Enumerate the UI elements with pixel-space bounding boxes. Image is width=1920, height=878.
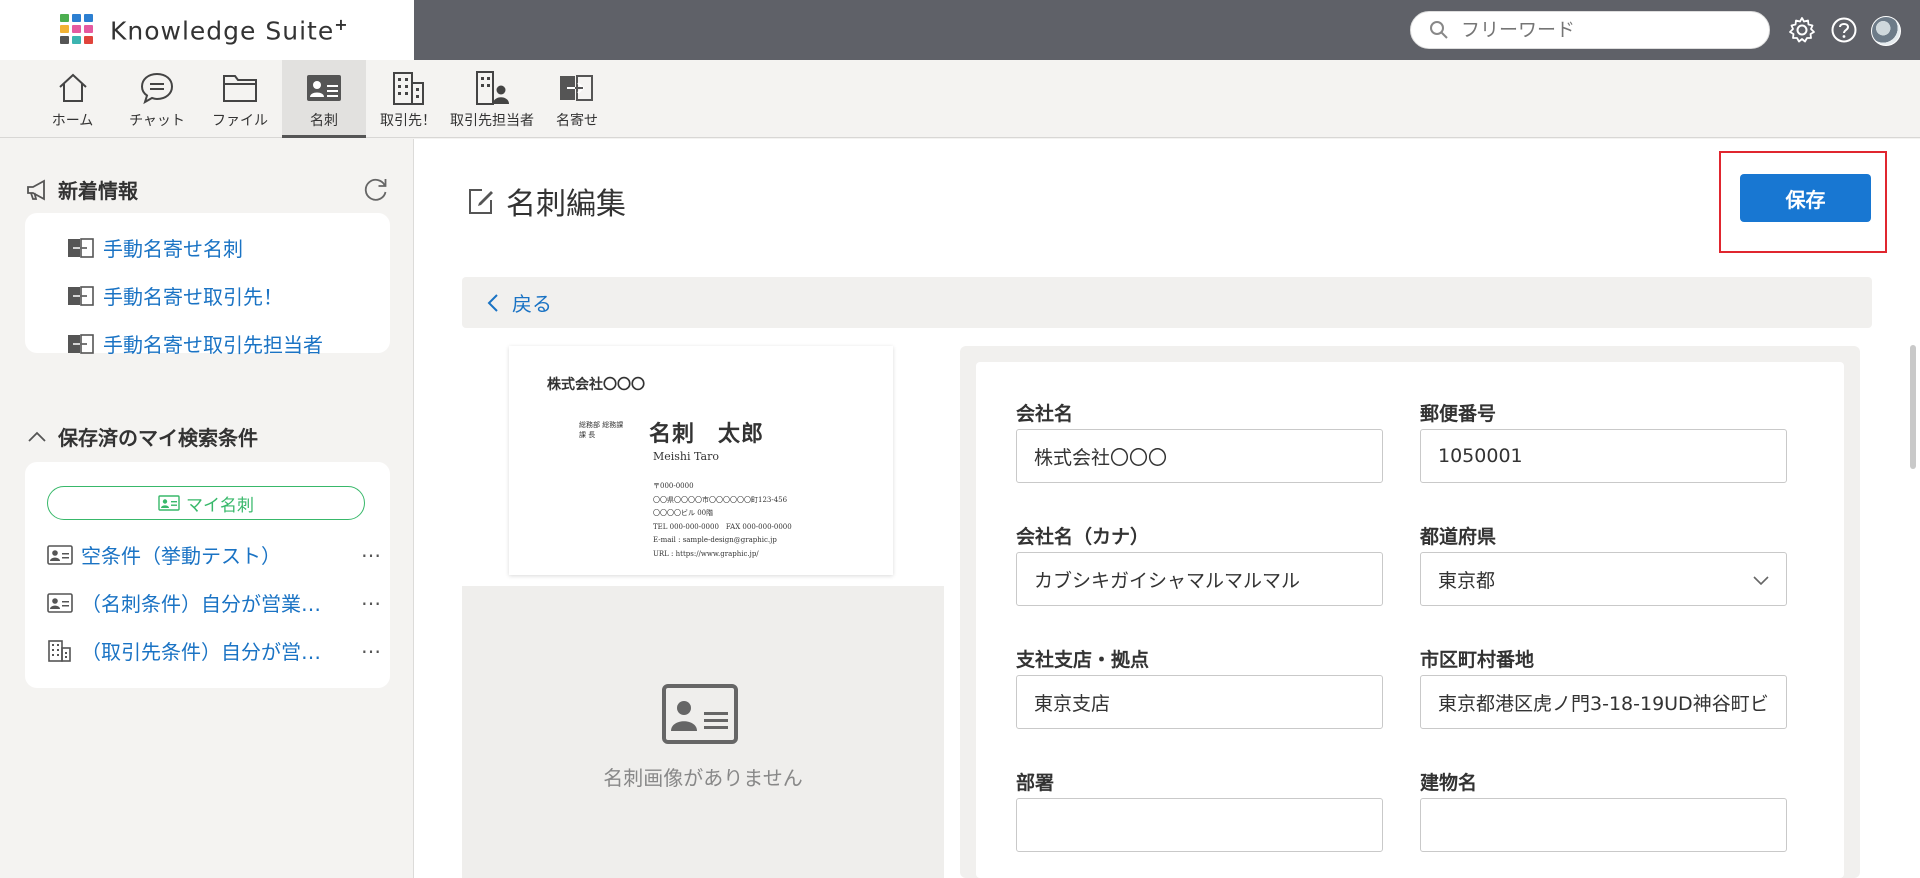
megaphone-icon [27,178,45,201]
saved-condition-item[interactable]: （名刺条件）自分が営業担当 … [47,586,381,617]
search-icon [1430,21,1448,39]
module-nav: ホーム チャット ファイル 名刺 取引先！ 取引先担当者 名寄せ [0,60,1920,138]
user-avatar[interactable] [1871,16,1901,46]
more-options-icon[interactable]: … [361,538,382,562]
merge-icon [68,333,94,354]
business-card-icon [47,592,73,613]
chevron-left-icon [487,293,498,312]
prefecture-label: 都道府県 [1420,526,1497,548]
nav-chat-label: チャット [129,113,185,129]
department-label: 部署 [1016,772,1055,794]
more-options-icon[interactable]: … [361,634,382,658]
saved-condition-item[interactable]: （取引先条件）自分が営業担当 … [47,634,381,665]
card-person-name: 名刺 太郎 [649,421,765,447]
card-department: 総務部 総務課 課 長 [579,421,624,439]
settings-gear-icon[interactable] [1786,14,1818,46]
building-field[interactable] [1420,798,1787,852]
top-bar: Knowledge Suite+ [0,0,1920,60]
edit-icon [469,189,493,214]
company-kana-field[interactable] [1016,552,1383,606]
company-name-field[interactable] [1016,429,1383,483]
postal-code-field[interactable] [1420,429,1787,483]
saved-search-card: マイ名刺 空条件（挙動テスト） … （名刺条件）自分が営業担当 … （取引先条件… [25,462,390,688]
nav-contact[interactable]: 取引先担当者 [448,60,536,138]
card-roman-name: Meishi Taro [653,450,719,463]
brand-logo-icon [60,14,94,46]
branch-field[interactable] [1016,675,1383,729]
nav-home-label: ホーム [51,113,94,129]
prefecture-value: 東京都 [1438,569,1496,592]
chevron-down-icon [1753,576,1769,586]
building-icon [389,70,427,106]
brand-name: Knowledge Suite+ [110,14,349,46]
merge-icon [558,70,596,106]
edit-form: 会社名 郵便番号 会社名（カナ） 都道府県 東京都 支社支店・拠点 市区町村番地… [976,362,1844,878]
nav-business-card-label: 名刺 [310,113,338,129]
company-name-label: 会社名 [1016,403,1074,425]
saved-condition-label: （取引先条件）自分が営業担当 [81,640,327,664]
home-icon [54,70,92,106]
back-label: 戻る [512,292,552,316]
nav-file[interactable]: ファイル [208,60,272,138]
saved-condition-label: （名刺条件）自分が営業担当 [81,592,327,616]
page-scrollbar[interactable] [1910,345,1916,469]
business-card-icon [158,495,180,511]
merge-icon [68,237,94,258]
saved-search-section-title[interactable]: 保存済のマイ検索条件 [25,422,258,451]
chat-icon [138,70,176,106]
nav-merge[interactable]: 名寄せ [552,60,602,138]
news-item-manual-merge-contact[interactable]: 手動名寄せ取引先担当者 [67,329,323,358]
news-item-manual-merge-account[interactable]: 手動名寄せ取引先！ [67,281,283,310]
business-card-icon [662,684,738,744]
city-address-field[interactable] [1420,675,1787,729]
news-item-manual-merge-card[interactable]: 手動名寄せ名刺 [67,233,243,262]
business-card-icon [305,70,343,106]
nav-account[interactable]: 取引先！ [378,60,438,138]
nav-contact-label: 取引先担当者 [450,113,534,129]
city-address-label: 市区町村番地 [1420,649,1535,671]
postal-code-label: 郵便番号 [1420,403,1497,425]
building-person-icon [473,70,511,106]
my-cards-button[interactable]: マイ名刺 [47,486,365,520]
nav-home[interactable]: ホーム [45,60,100,138]
search-box[interactable] [1410,11,1770,49]
chevron-up-icon [28,431,46,442]
back-link[interactable]: 戻る [462,277,1872,328]
nav-file-label: ファイル [212,113,268,129]
help-icon[interactable] [1828,14,1860,46]
prefecture-select[interactable]: 東京都 [1420,552,1787,606]
saved-condition-label: 空条件（挙動テスト） [81,544,281,568]
business-card-image[interactable]: 株式会社〇〇〇 総務部 総務課 課 長 名刺 太郎 Meishi Taro 〒0… [509,346,893,575]
nav-business-card[interactable]: 名刺 [282,60,366,138]
no-image-text: 名刺画像がありません [603,766,803,790]
more-options-icon[interactable]: … [361,586,382,610]
nav-account-label: 取引先！ [380,113,436,129]
save-button[interactable]: 保存 [1740,174,1871,222]
news-card: 手動名寄せ名刺 手動名寄せ取引先！ 手動名寄せ取引先担当者 [25,213,390,357]
building-label: 建物名 [1420,772,1478,794]
folder-icon [221,70,259,106]
card-company: 株式会社〇〇〇 [547,377,645,393]
page-title: 名刺編集 [466,179,626,223]
refresh-icon[interactable] [362,175,390,203]
merge-icon [68,285,94,306]
nav-chat[interactable]: チャット [126,60,188,138]
business-card-icon [47,544,73,565]
nav-merge-label: 名寄せ [556,113,598,129]
card-address-block: 〒000-0000 〇〇県〇〇〇〇市〇〇〇〇〇〇町123-456 〇〇〇〇ビル … [653,482,792,558]
saved-condition-item[interactable]: 空条件（挙動テスト） … [47,538,381,569]
company-kana-label: 会社名（カナ） [1016,526,1150,548]
branch-label: 支社支店・拠点 [1016,649,1150,671]
sidebar: 新着情報 手動名寄せ名刺 手動名寄せ取引先！ 手動名寄せ取引先担当者 保存済のマ… [0,139,414,878]
no-card-image-placeholder[interactable]: 名刺画像がありません [462,586,944,878]
building-icon [48,639,71,662]
news-section-title: 新着情報 [25,175,138,204]
department-field[interactable] [1016,798,1383,852]
brand[interactable]: Knowledge Suite+ [0,0,414,60]
main-content: 名刺編集 保存 戻る 株式会社〇〇〇 総務部 総務課 課 長 名刺 太郎 Mei… [414,139,1920,878]
search-input[interactable] [1461,19,1761,41]
